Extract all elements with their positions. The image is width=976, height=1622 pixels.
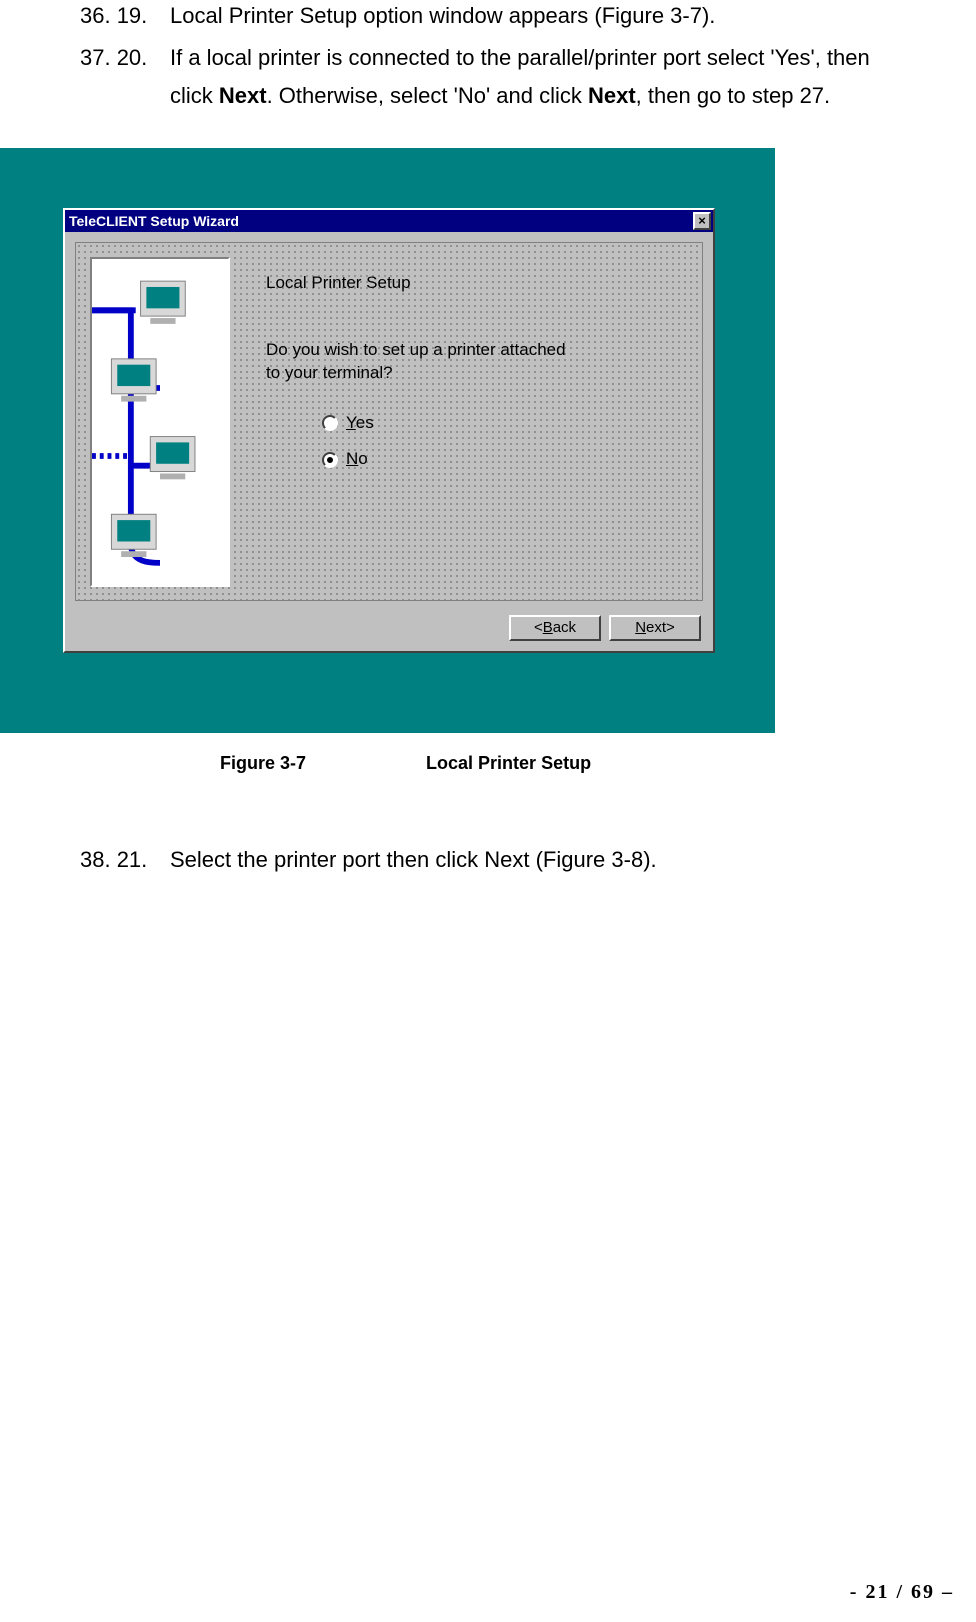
- step-36: 36. 19. Local Printer Setup option windo…: [80, 0, 960, 32]
- page-footer: - 21 / 69 –: [850, 1582, 954, 1602]
- figure-caption: Figure 3-7 Local Printer Setup: [80, 753, 976, 775]
- radio-no[interactable]: No: [322, 444, 374, 475]
- radio-label: No: [346, 444, 368, 475]
- next-button[interactable]: Next >: [609, 615, 701, 641]
- close-icon: ×: [698, 214, 706, 227]
- wizard-body: Local Printer Setup Do you wish to set u…: [75, 242, 703, 601]
- step-37: 37. 20. If a local printer is connected …: [80, 42, 960, 118]
- step-text: If a local printer is connected to the p…: [170, 42, 960, 118]
- wizard-dialog: TeleCLIENT Setup Wizard ×: [63, 208, 715, 653]
- section-heading: Local Printer Setup: [266, 273, 411, 293]
- step-text: Local Printer Setup option window appear…: [170, 0, 960, 32]
- radio-label: Yes: [346, 408, 374, 439]
- illustration-panel: [90, 257, 230, 587]
- network-icon: [92, 259, 228, 585]
- step-number: 36. 19.: [80, 0, 170, 32]
- dialog-title: TeleCLIENT Setup Wizard: [69, 210, 239, 232]
- step-number: 37. 20.: [80, 42, 170, 118]
- title-bar: TeleCLIENT Setup Wizard ×: [65, 210, 713, 232]
- button-row: < Back Next >: [509, 615, 701, 641]
- radio-yes[interactable]: Yes: [322, 408, 374, 439]
- radio-icon: [322, 452, 338, 468]
- figure-title: Local Printer Setup: [426, 753, 591, 775]
- screenshot-area: TeleCLIENT Setup Wizard ×: [0, 148, 775, 733]
- step-text: Select the printer port then click Next …: [170, 844, 960, 876]
- close-button[interactable]: ×: [693, 212, 711, 230]
- figure-number: Figure 3-7: [220, 753, 306, 775]
- step-38: 38. 21. Select the printer port then cli…: [80, 844, 960, 876]
- step-number: 38. 21.: [80, 844, 170, 876]
- question-text: Do you wish to set up a printer attached…: [266, 339, 566, 385]
- radio-icon: [322, 415, 338, 431]
- back-button[interactable]: < Back: [509, 615, 601, 641]
- radio-group: Yes No: [322, 408, 374, 481]
